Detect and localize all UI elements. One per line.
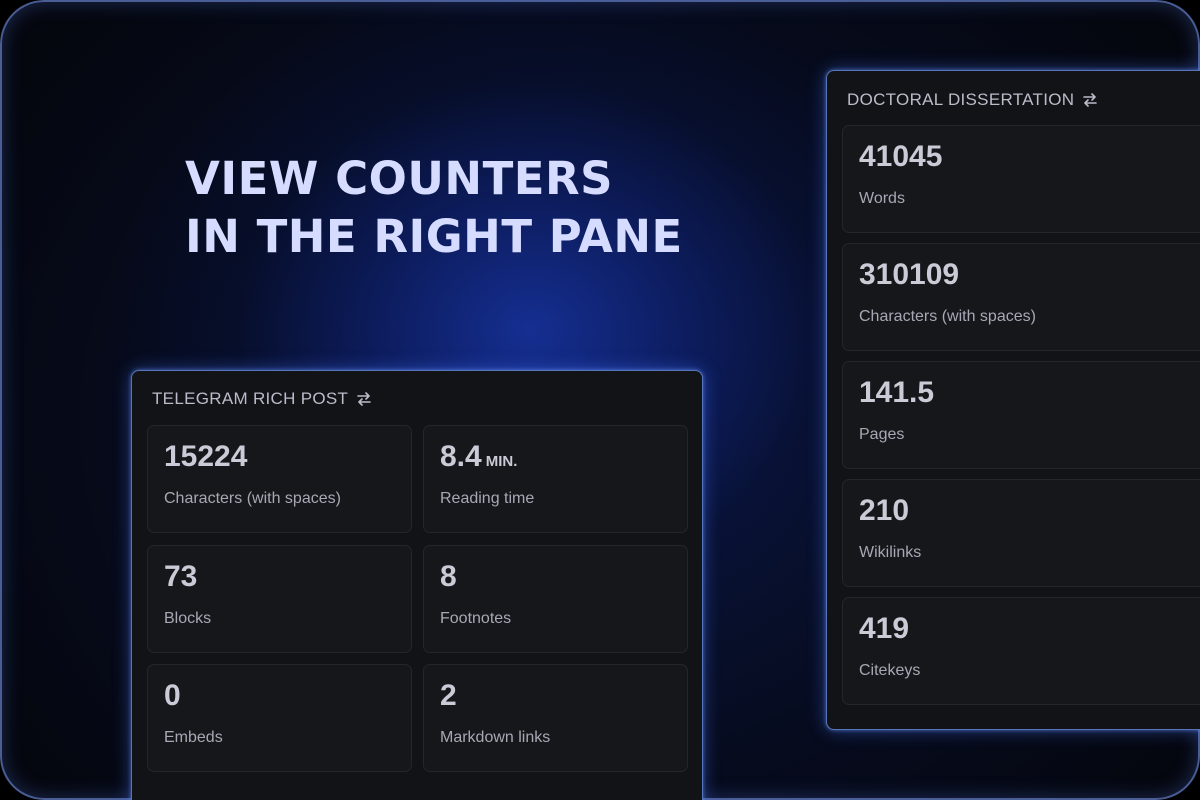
dissertation-pane-title: DOCTORAL DISSERTATION <box>847 90 1075 109</box>
swap-icon[interactable] <box>356 392 372 406</box>
stat-card-characters: 310109 Characters (with spaces) <box>842 243 1200 351</box>
stat-label: Markdown links <box>440 729 551 746</box>
headline-line-1: VIEW COUNTERS <box>185 152 614 205</box>
stat-card-footnotes: 8 Footnotes <box>423 545 688 653</box>
stat-label: Characters (with spaces) <box>859 308 1036 325</box>
stat-label: Citekeys <box>859 662 921 679</box>
stat-label: Pages <box>859 426 905 443</box>
stat-value: 310109 <box>859 258 960 291</box>
app-frame: VIEW COUNTERS IN THE RIGHT PANE TELEGRAM… <box>0 0 1200 800</box>
stat-card-embeds: 0 Embeds <box>147 664 412 772</box>
telegram-pane-title: TELEGRAM RICH POST <box>152 389 349 408</box>
stat-label: Footnotes <box>440 610 512 627</box>
stat-value: 2 <box>440 679 457 712</box>
telegram-pane-header[interactable]: TELEGRAM RICH POST <box>152 389 372 409</box>
stat-value: 8.4 MIN. <box>440 440 518 473</box>
dissertation-pane-header[interactable]: DOCTORAL DISSERTATION <box>847 90 1098 110</box>
stat-card-markdown-links: 2 Markdown links <box>423 664 688 772</box>
telegram-stats-pane: TELEGRAM RICH POST 15224 Characters (wit… <box>131 370 703 800</box>
stat-card-characters: 15224 Characters (with spaces) <box>147 425 412 533</box>
dissertation-stats-pane: DOCTORAL DISSERTATION 41045 Words 310109… <box>826 70 1200 730</box>
stat-label: Characters (with spaces) <box>164 490 341 507</box>
stat-card-words: 41045 Words <box>842 125 1200 233</box>
stat-value: 8 <box>440 560 457 593</box>
stat-value: 419 <box>859 612 910 645</box>
stat-value: 15224 <box>164 440 248 473</box>
stat-value: 0 <box>164 679 181 712</box>
stat-card-citekeys: 419 Citekeys <box>842 597 1200 705</box>
stat-label: Blocks <box>164 610 212 627</box>
stat-label: Words <box>859 190 905 207</box>
stat-value: 73 <box>164 560 198 593</box>
stat-value: 41045 <box>859 140 943 173</box>
swap-icon[interactable] <box>1082 93 1098 107</box>
stat-label: Embeds <box>164 729 223 746</box>
stat-card-pages: 141.5 Pages <box>842 361 1200 469</box>
stat-label: Wikilinks <box>859 544 922 561</box>
headline-line-2: IN THE RIGHT PANE <box>185 210 683 263</box>
stat-value: 210 <box>859 494 910 527</box>
stat-card-wikilinks: 210 Wikilinks <box>842 479 1200 587</box>
page-headline: VIEW COUNTERS IN THE RIGHT PANE <box>185 150 683 266</box>
stat-card-reading-time: 8.4 MIN. Reading time <box>423 425 688 533</box>
stat-unit: MIN. <box>485 453 518 470</box>
stat-value: 141.5 <box>859 376 935 409</box>
stat-label: Reading time <box>440 490 535 507</box>
stat-card-blocks: 73 Blocks <box>147 545 412 653</box>
